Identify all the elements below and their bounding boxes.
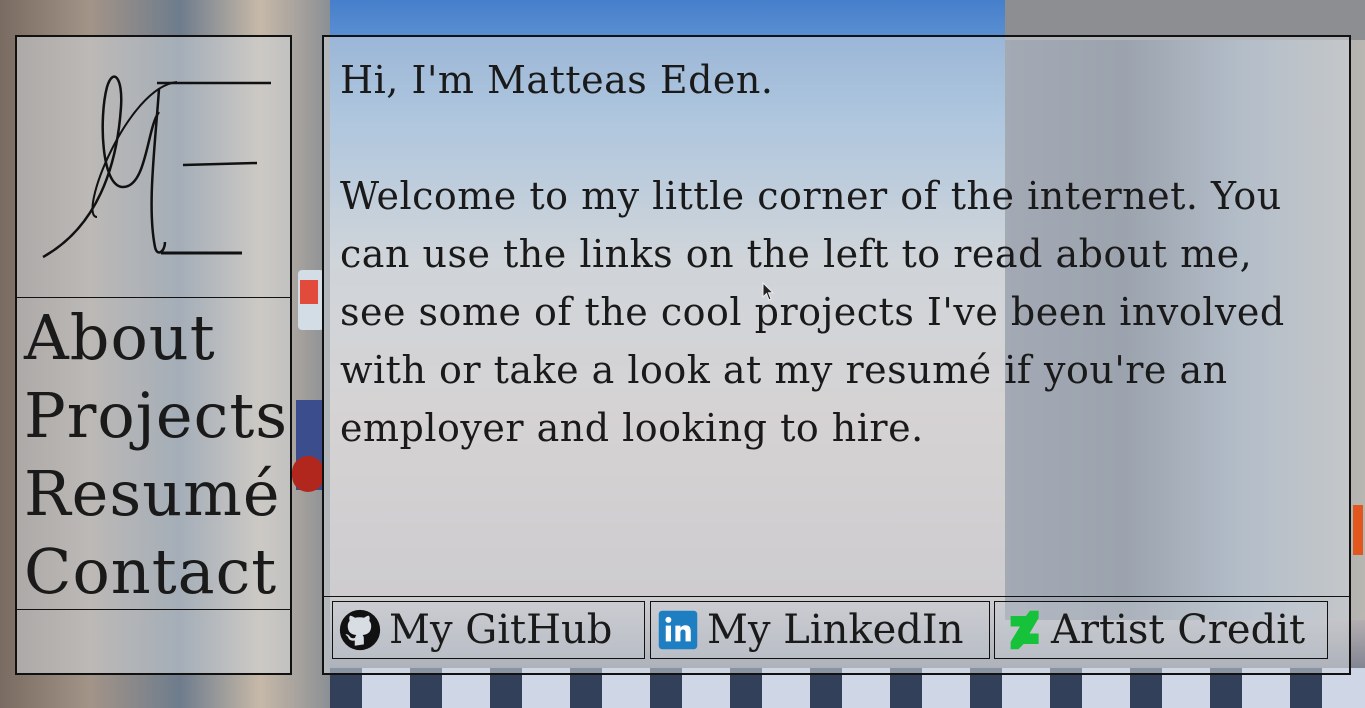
intro-content: Hi, I'm Matteas Eden. Welcome to my litt… [340,51,1330,457]
nav-about-link[interactable]: About [17,299,290,377]
artist-credit-label: Artist Credit [1051,607,1306,653]
sidebar-panel: About Projects Resumé Contact [15,35,292,675]
deviantart-icon [1010,610,1039,650]
nav-projects-link[interactable]: Projects [17,377,290,455]
github-icon [339,609,381,651]
logo-area [17,37,290,298]
sidebar-nav: About Projects Resumé Contact [17,299,290,610]
linkedin-icon [658,610,698,650]
main-panel: Hi, I'm Matteas Eden. Welcome to my litt… [322,35,1351,675]
intro-text: Welcome to my little corner of the inter… [340,174,1285,450]
nav-contact-link[interactable]: Contact [17,533,290,611]
me-monogram-logo [42,75,271,259]
artist-credit-link[interactable]: Artist Credit [994,601,1328,659]
nav-resume-link[interactable]: Resumé [17,455,290,533]
linkedin-link[interactable]: My LinkedIn [650,601,990,659]
mouse-cursor-icon [762,282,774,301]
github-link[interactable]: My GitHub [332,601,645,659]
linkedin-label: My LinkedIn [707,607,964,653]
footer-links: My GitHub My LinkedIn Artist Credit [324,596,1349,673]
greeting-text: Hi, I'm Matteas Eden. [340,58,774,102]
github-label: My GitHub [389,607,613,653]
